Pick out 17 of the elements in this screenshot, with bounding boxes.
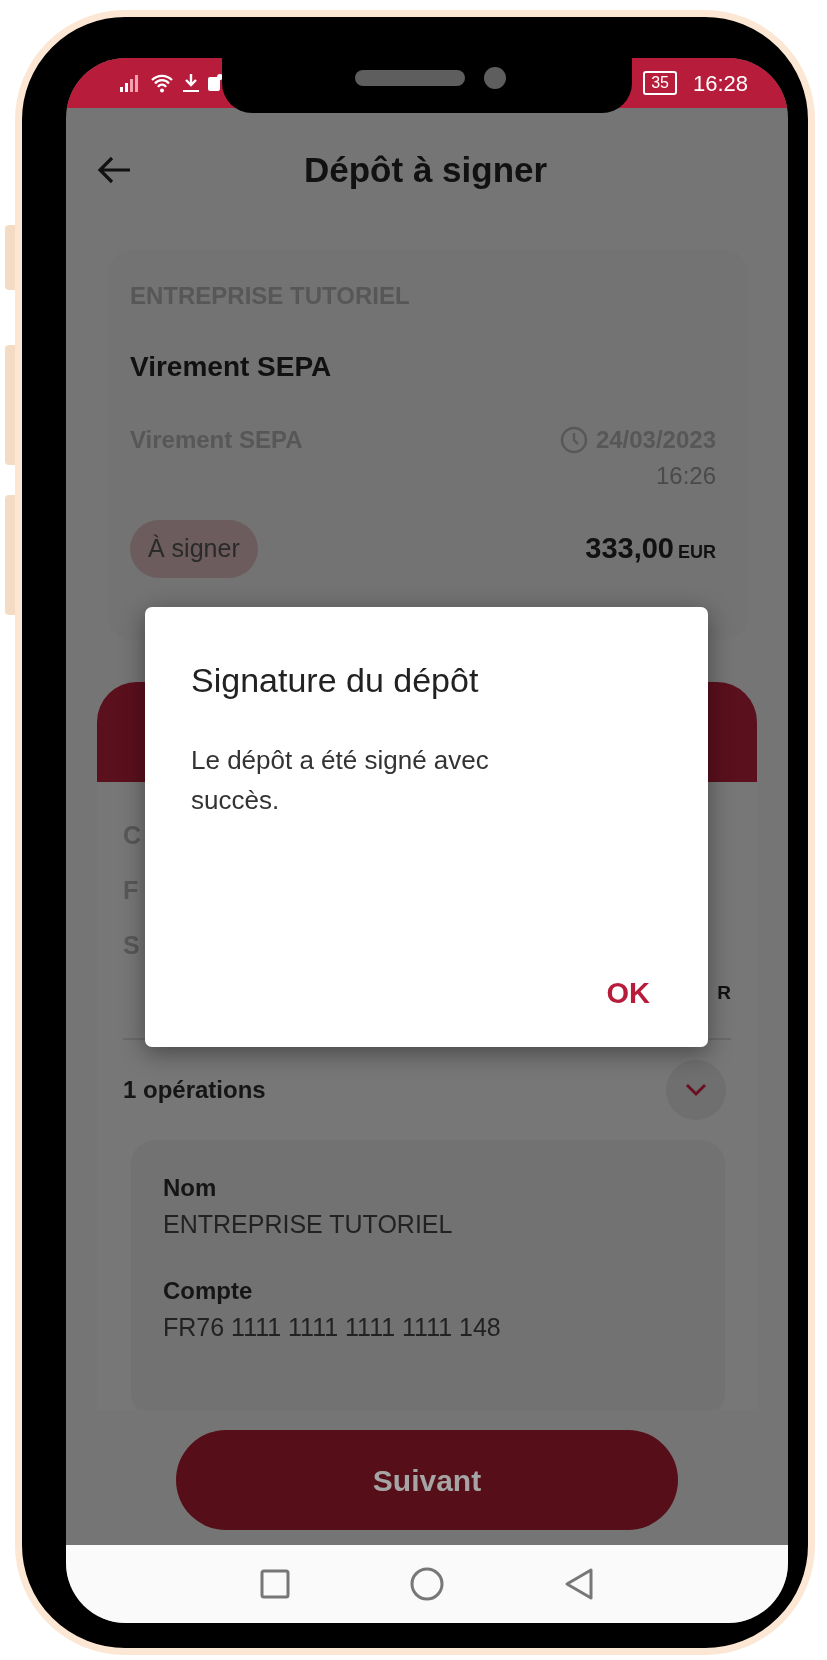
- dialog-message: Le dépôt a été signé avec succès.: [191, 744, 490, 818]
- field-label: Compte: [163, 1276, 254, 1306]
- status-badge: À signer: [130, 520, 258, 578]
- transfer-title: Virement SEPA: [130, 350, 333, 384]
- covered-text: R: [717, 981, 731, 1005]
- currency: EUR: [678, 541, 716, 564]
- field-value: FR76 1111 1111 1111 1111 148: [163, 1312, 502, 1343]
- status-time: 16:28: [692, 69, 748, 98]
- operations-count: 1 opérations: [123, 1074, 266, 1105]
- ok-button[interactable]: OK: [598, 967, 658, 1019]
- field-label: Nom: [163, 1172, 218, 1203]
- amount: 333,00: [585, 531, 674, 566]
- battery-icon: 35: [643, 71, 677, 95]
- page-title: Dépôt à signer: [304, 148, 548, 191]
- dialog-title: Signature du dépôt: [191, 660, 480, 701]
- next-button[interactable]: Suivant: [176, 1430, 678, 1530]
- field-value: ENTREPRISE TUTORIEL: [163, 1208, 454, 1240]
